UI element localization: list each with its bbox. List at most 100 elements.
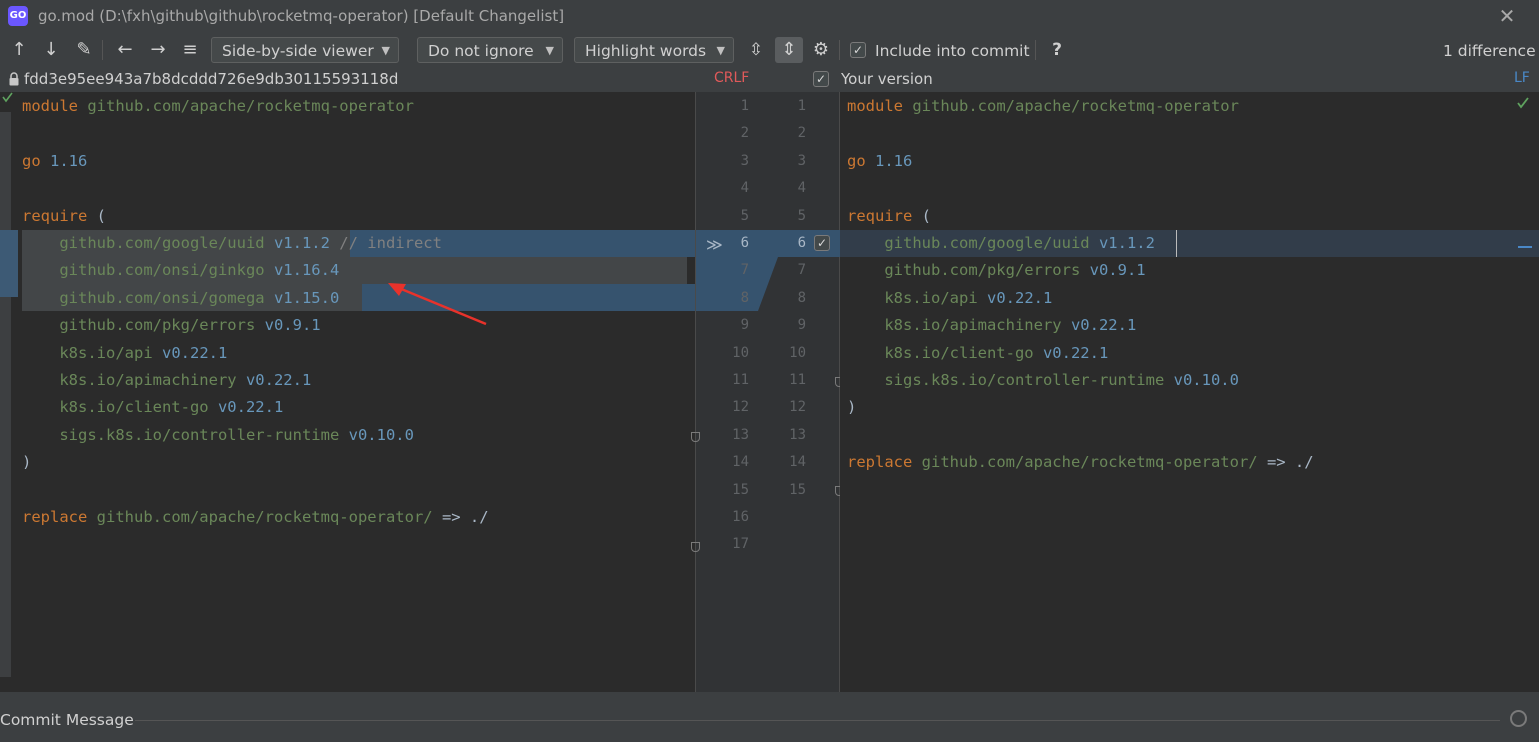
- file-list-icon[interactable]: ≡: [177, 37, 203, 63]
- your-version-checkbox[interactable]: ✓: [813, 71, 829, 87]
- viewer-select[interactable]: Side-by-side viewer ▼: [211, 37, 399, 63]
- code-token: replace: [847, 453, 913, 472]
- right-version-title: Your version: [841, 70, 933, 88]
- history-icon[interactable]: [1510, 710, 1527, 727]
- include-change-checkbox[interactable]: ✓: [814, 235, 830, 251]
- code-token: github.com/onsi/ginkgo: [22, 261, 265, 280]
- line-number: 3: [740, 152, 749, 169]
- code-token: require: [22, 206, 88, 225]
- lock-icon: [9, 72, 19, 86]
- code-line: require (: [847, 203, 931, 230]
- line-number: 11: [732, 372, 749, 388]
- code-line: go 1.16: [22, 148, 87, 175]
- gear-icon[interactable]: ⚙: [808, 37, 834, 63]
- help-icon[interactable]: ?: [1046, 37, 1068, 63]
- code-token: go: [847, 151, 866, 170]
- previous-difference-icon[interactable]: ↑: [6, 37, 32, 63]
- next-file-icon[interactable]: →: [145, 37, 171, 63]
- code-line: ): [22, 449, 31, 476]
- code-token: v0.22.1: [1061, 316, 1137, 335]
- code-token: k8s.io/api: [847, 288, 978, 307]
- line-number: 8: [797, 289, 806, 306]
- left-change-marker: [0, 230, 18, 297]
- code-token: v0.22.1: [152, 343, 228, 362]
- code-token: 1.16: [865, 151, 913, 170]
- line-number: 14: [732, 454, 749, 471]
- line-number: 12: [789, 399, 806, 416]
- code-token: k8s.io/apimachinery: [22, 371, 237, 389]
- close-icon[interactable]: ✕: [1494, 3, 1520, 29]
- line-number: 14: [789, 454, 806, 471]
- code-token: v0.9.1: [255, 316, 321, 335]
- code-line: module github.com/apache/rocketmq-operat…: [22, 93, 414, 120]
- code-token: v0.10.0: [1164, 371, 1239, 389]
- chevron-down-icon: ▼: [716, 44, 725, 57]
- commit-message-label: Commit Message: [0, 711, 134, 729]
- line-number: 5: [797, 207, 806, 224]
- line-number: 2: [740, 125, 749, 142]
- code-token: v1.16.4: [264, 261, 340, 280]
- code-token: k8s.io/client-go: [22, 398, 209, 417]
- highlight-select[interactable]: Highlight words ▼: [574, 37, 734, 63]
- apply-change-icon[interactable]: ≫: [706, 235, 723, 254]
- synchronize-scrolling-icon[interactable]: ⇕: [775, 37, 803, 63]
- line-number: 17: [732, 536, 749, 553]
- ignore-select-value: Do not ignore: [428, 42, 534, 60]
- annotation-arrow-icon: [388, 283, 487, 326]
- code-token: github.com/apache/rocketmq-operator/: [912, 453, 1258, 472]
- line-number: 9: [740, 317, 749, 334]
- line-number: 13: [789, 426, 806, 443]
- ignore-select[interactable]: Do not ignore ▼: [417, 37, 563, 63]
- code-line: replace github.com/apache/rocketmq-opera…: [22, 504, 489, 531]
- code-token: => ./: [432, 508, 489, 526]
- code-line: k8s.io/client-go v0.22.1: [22, 394, 283, 421]
- check-icon: [1517, 97, 1529, 109]
- previous-file-icon[interactable]: ←: [112, 37, 138, 63]
- line-number: 1: [740, 98, 749, 114]
- code-token: (: [87, 206, 106, 225]
- line-number: 1: [797, 98, 806, 114]
- code-token: (: [912, 206, 931, 225]
- code-line: github.com/pkg/errors v0.9.1: [847, 257, 1145, 284]
- line-number: 6: [740, 235, 749, 251]
- line-number: 7: [740, 262, 749, 279]
- difference-count: 1 difference: [1443, 42, 1536, 60]
- right-line-separator[interactable]: LF: [1514, 70, 1530, 86]
- code-line: github.com/onsi/gomega v1.15.0: [22, 285, 339, 312]
- include-into-commit-checkbox[interactable]: ✓: [850, 42, 866, 58]
- next-difference-icon[interactable]: ↓: [38, 37, 64, 63]
- collapse-unchanged-icon[interactable]: ⇳: [743, 37, 769, 63]
- diff-gutter: ≫ ✓ 1 2 3 4 5 6 7 8 9 10 11 12 13 14 15 16 17 1234567891…: [691, 92, 844, 692]
- code-token: ): [22, 453, 32, 472]
- scrollbar-change-marker: [1518, 246, 1532, 248]
- chevron-down-icon: ▼: [381, 44, 390, 57]
- line-number: 11: [789, 372, 806, 388]
- code-token: v0.22.1: [236, 371, 312, 389]
- left-line-separator[interactable]: CRLF: [714, 70, 749, 86]
- code-token: v1.1.2: [1089, 234, 1155, 252]
- fold-marker-icon[interactable]: [691, 432, 700, 442]
- line-number: 9: [797, 317, 806, 334]
- commit-message-bar[interactable]: Commit Message: [0, 700, 1539, 742]
- line-number: 16: [732, 509, 749, 525]
- edit-source-icon[interactable]: ✎: [71, 37, 97, 63]
- code-token: github.com/onsi/gomega: [22, 288, 265, 307]
- line-number: 12: [732, 399, 749, 416]
- splitter[interactable]: [0, 692, 1539, 700]
- code-line: replace github.com/apache/rocketmq-opera…: [847, 449, 1314, 476]
- right-editor-pane[interactable]: module github.com/apache/rocketmq-operat…: [840, 92, 1539, 692]
- code-token: github.com/google/uuid: [847, 234, 1090, 252]
- code-token: 1.16: [50, 151, 88, 170]
- toolbar-separator: [1035, 40, 1036, 60]
- line-number: 10: [789, 344, 806, 361]
- code-token: replace: [22, 508, 88, 526]
- line-number: 5: [740, 207, 749, 224]
- code-token: github.com/pkg/errors: [847, 261, 1081, 280]
- fold-marker-icon[interactable]: [691, 542, 700, 552]
- left-editor-pane[interactable]: module github.com/apache/rocketmq-operat…: [0, 92, 695, 692]
- line-number: 15: [732, 481, 749, 498]
- code-token: v0.22.1: [208, 398, 284, 417]
- code-line: github.com/pkg/errors v0.9.1: [22, 312, 321, 339]
- text-caret: [1176, 230, 1177, 257]
